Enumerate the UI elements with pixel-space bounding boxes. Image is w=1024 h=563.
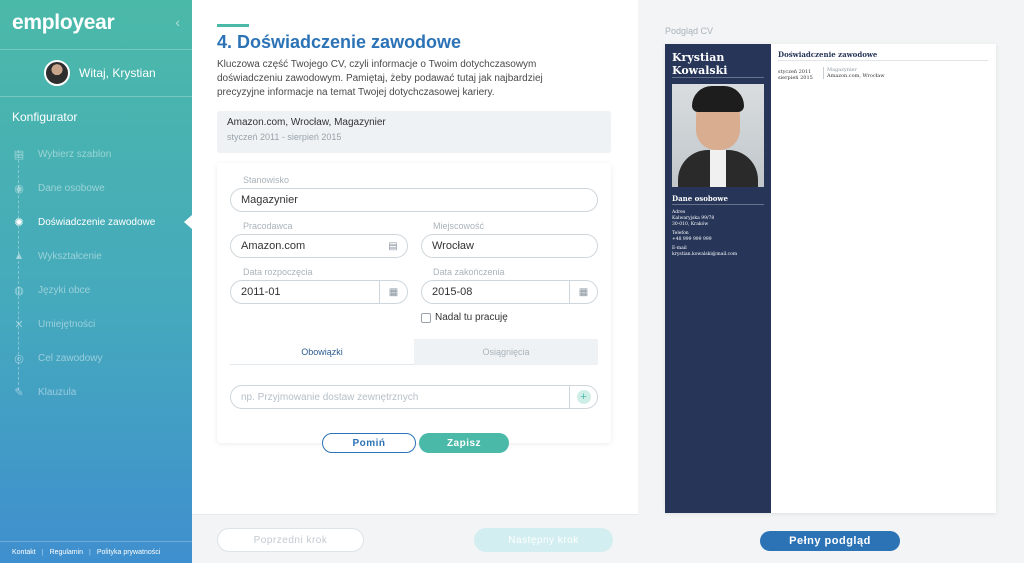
save-button[interactable]: Zapisz — [419, 433, 509, 453]
cv-personal-info: Adres Kalwaryjska 99/78 30-010, Kraków T… — [672, 210, 738, 257]
user-name: Witaj, Krystian — [79, 66, 156, 80]
cv-sidebar: Krystian Kowalski Dane osobowe Adres Kal… — [665, 44, 771, 513]
footer-link-terms[interactable]: Regulamin — [50, 549, 83, 556]
step-label: Doświadczenie zawodowe — [38, 216, 156, 228]
main-panel: 4. Doświadczenie zawodowe Kluczowa część… — [192, 0, 638, 514]
steps-list: ▤ Wybierz szablon ◉ Dane osobowe ✺ Doświ… — [0, 137, 192, 409]
start-date-input[interactable]: 2011-01 ▦ — [230, 280, 408, 304]
intro-text: Kluczowa część Twojego CV, czyli informa… — [217, 59, 543, 98]
plus-icon: + — [576, 390, 591, 404]
previous-step-button[interactable]: Poprzedni krok — [217, 528, 364, 552]
step-label: Wykształcenie — [38, 250, 102, 262]
experience-summary-card[interactable]: Amazon.com, Wrocław, Magazynier styczeń … — [217, 111, 611, 153]
employer-label: Pracodawca — [243, 221, 293, 231]
step-navigation: Poprzedni krok Następny krok — [192, 514, 638, 563]
sidebar-step-skills[interactable]: ✕ Umiejętności — [0, 307, 192, 341]
template-icon: ▤ — [13, 148, 25, 161]
globe-icon: ◍ — [14, 284, 24, 297]
step-label: Języki obce — [38, 284, 91, 296]
summary-title: Amazon.com, Wrocław, Magazynier — [227, 117, 386, 128]
configurator-title: Konfigurator — [12, 110, 78, 124]
sidebar-step-languages[interactable]: ◍ Języki obce — [0, 273, 192, 307]
title-accent — [217, 24, 249, 27]
sidebar-step-clause[interactable]: ✎ Klauzula — [0, 375, 192, 409]
sidebar-step-template[interactable]: ▤ Wybierz szablon — [0, 137, 192, 171]
position-input[interactable]: Magazynier — [230, 188, 598, 212]
sidebar-step-education[interactable]: ▲ Wykształcenie — [0, 239, 192, 273]
skills-icon: ✕ — [14, 318, 24, 331]
cv-photo — [672, 84, 764, 187]
pen-icon: ✎ — [14, 386, 24, 399]
summary-dates: styczeń 2011 - sierpień 2015 — [227, 132, 342, 142]
city-input[interactable]: Wrocław — [421, 234, 598, 258]
employer-input[interactable]: Amazon.com ▤ — [230, 234, 408, 258]
footer-link-contact[interactable]: Kontakt — [12, 549, 36, 556]
experience-form: Stanowisko Magazynier Pracodawca Amazon.… — [217, 163, 611, 443]
checkbox-box[interactable] — [421, 312, 431, 323]
cv-section-experience: Doświadczenie zawodowe — [778, 50, 878, 59]
step-label: Umiejętności — [38, 318, 96, 330]
brand-logo[interactable]: employear — [12, 11, 115, 35]
still-working-label: Nadal tu pracuję — [435, 312, 508, 323]
avatar — [44, 60, 70, 86]
sidebar-step-personal[interactable]: ◉ Dane osobowe — [0, 171, 192, 205]
target-icon: ◎ — [14, 352, 24, 365]
footer-links: Kontakt | Regulamin | Polityka prywatnoś… — [12, 549, 161, 556]
divider — [0, 541, 192, 542]
education-icon: ▲ — [13, 250, 25, 262]
step-label: Dane osobowe — [38, 182, 105, 194]
cv-job-details: Magazynier Amazon.com, Wrocław — [823, 67, 885, 79]
cv-section-personal: Dane osobowe — [672, 194, 728, 203]
duties-tabs: Obowiązki Osiągnięcia — [230, 339, 598, 365]
step-label: Wybierz szablon — [38, 148, 112, 160]
add-duty-button[interactable]: + — [569, 386, 597, 408]
sidebar-step-experience[interactable]: ✺ Doświadczenie zawodowe — [0, 205, 192, 239]
end-date-input[interactable]: 2015-08 ▦ — [421, 280, 598, 304]
city-label: Miejscowość — [433, 221, 485, 231]
sidebar: employear ‹ Witaj, Krystian Konfigurator… — [0, 0, 192, 563]
skip-button[interactable]: Pomiń — [322, 433, 416, 453]
preview-label: Podgląd CV — [665, 26, 714, 36]
duty-placeholder: np. Przyjmowanie dostaw zewnętrznych — [241, 391, 419, 403]
end-date-label: Data zakończenia — [433, 267, 505, 277]
full-preview-button[interactable]: Pełny podgląd — [760, 531, 900, 551]
cv-name: Krystian Kowalski — [672, 51, 728, 77]
calendar-icon[interactable]: ▦ — [569, 281, 597, 303]
page-title: 4. Doświadczenie zawodowe — [217, 32, 462, 52]
divider — [0, 96, 192, 97]
person-icon: ◉ — [14, 182, 24, 195]
contact-card-icon: ▤ — [388, 240, 398, 252]
tab-achievements[interactable]: Osiągnięcia — [414, 339, 598, 365]
footer-link-privacy[interactable]: Polityka prywatności — [97, 549, 160, 556]
step-label: Cel zawodowy — [38, 352, 103, 364]
start-date-label: Data rozpoczęcia — [243, 267, 313, 277]
collapse-sidebar-icon[interactable]: ‹ — [175, 14, 180, 30]
active-step-arrow — [184, 215, 192, 229]
cv-preview[interactable]: Krystian Kowalski Dane osobowe Adres Kal… — [665, 44, 996, 513]
cv-job-dates: styczeń 2011 sierpień 2015 — [778, 69, 813, 81]
step-label: Klauzula — [38, 386, 77, 398]
user-greeting[interactable]: Witaj, Krystian — [44, 60, 156, 86]
cv-preview-area: Podgląd CV Krystian Kowalski Dane osobow… — [638, 0, 1024, 563]
next-step-button[interactable]: Następny krok — [474, 528, 613, 552]
still-working-checkbox[interactable]: Nadal tu pracuję — [421, 312, 508, 323]
duty-input[interactable]: np. Przyjmowanie dostaw zewnętrznych + — [230, 385, 598, 409]
divider — [0, 49, 192, 50]
badge-icon: ✺ — [14, 216, 24, 229]
tab-duties[interactable]: Obowiązki — [230, 339, 414, 365]
position-label: Stanowisko — [243, 175, 290, 185]
calendar-icon[interactable]: ▦ — [379, 281, 407, 303]
sidebar-step-goal[interactable]: ◎ Cel zawodowy — [0, 341, 192, 375]
